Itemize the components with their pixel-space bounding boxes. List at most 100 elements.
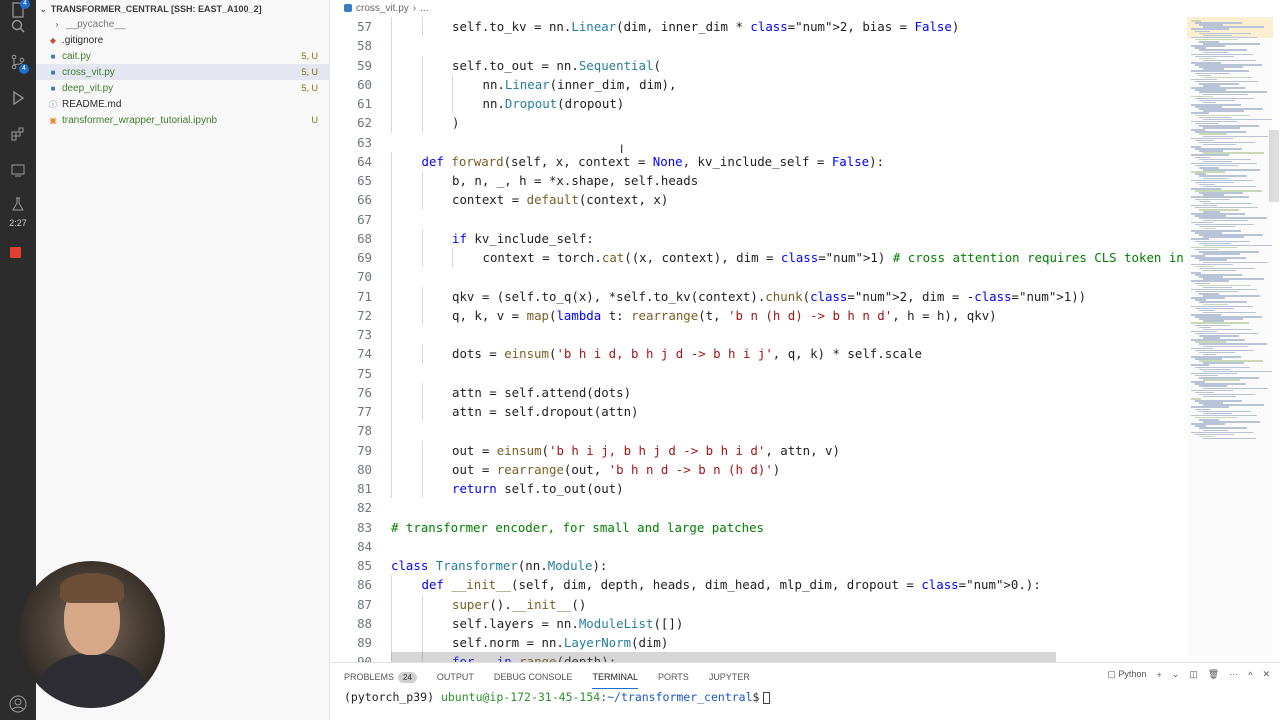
line-number: 71 [357, 288, 372, 304]
code-line[interactable]: 57 self.to_kv = nn.Linear(dim, inner_dim … [330, 17, 1185, 37]
line-number: 68 [357, 230, 372, 246]
terminal-type-selector[interactable]: ▢ Python [1107, 669, 1146, 680]
code-line[interactable]: 83 # transformer encoder, for small and l… [330, 518, 1185, 537]
code-line[interactable]: 60 nn.Linear(inner_dim, dim), [330, 74, 1185, 94]
tab-problems[interactable]: PROBLEMS 24 [344, 669, 417, 685]
code-line[interactable]: 63 [330, 133, 1185, 152]
file-readme[interactable]: ⓘ README.md [36, 96, 330, 112]
indent-guide [391, 382, 392, 402]
search-icon[interactable] [8, 16, 28, 36]
folder-pycache[interactable]: › __pycache__ [36, 16, 330, 32]
code-line[interactable]: 84 [330, 537, 1185, 556]
tab-terminal[interactable]: TERMINAL [592, 669, 638, 689]
line-number: 57 [357, 19, 372, 34]
code-line[interactable]: 79 out = einsum('b h i j, b h j d -> b h … [330, 440, 1185, 460]
indent-guide [391, 248, 392, 268]
problems-count-badge: 24 [398, 671, 417, 683]
indent-guide [391, 459, 392, 479]
code-line[interactable]: 64 def forward(self, x, context = None, k… [330, 151, 1185, 171]
code-text: self.to_out = nn.Sequential( [452, 57, 661, 73]
code-text: def forward(self, x, context = None, kv_… [421, 153, 885, 169]
add-terminal-icon[interactable]: + [1156, 670, 1161, 680]
minimap[interactable] [1187, 17, 1273, 657]
code-line[interactable]: 74 dots = einsum('b h i d, b h j d -> b h… [330, 344, 1185, 364]
user-host: ubuntu@ip-172-31-45-154 [440, 690, 601, 704]
line-number: 83 [357, 519, 372, 535]
code-line[interactable]: 87 super().__init__() [330, 594, 1185, 614]
indent-guide [452, 94, 453, 114]
code-line[interactable]: 67 [330, 209, 1185, 229]
tab-ports[interactable]: PORTS [658, 669, 689, 685]
code-line[interactable]: 80 out = rearrange(out, 'b h n d -> b n (… [330, 459, 1185, 479]
indent-guide [421, 17, 423, 37]
split-terminal-icon[interactable]: ◫ [1189, 669, 1198, 680]
close-icon[interactable]: ✕ [1262, 669, 1270, 680]
indent-guide [391, 633, 392, 653]
code-line[interactable]: 76 attn = self.attend(dots) [330, 382, 1185, 402]
code-text: b, n, _, h = *x.shape, self.heads [452, 173, 699, 188]
code-line[interactable]: 75 [330, 363, 1185, 383]
code-line[interactable]: 82 [330, 498, 1185, 517]
code-line[interactable]: 85 class Transformer(nn.Module): [330, 556, 1185, 575]
code-line[interactable]: 86 def __init__(self, dim, depth, heads, … [330, 575, 1185, 595]
file-transformer-wrapper-tutorial[interactable]: ▣ transformer_wrapper_tutorial.ipynb U [36, 112, 330, 128]
tab-debug-console[interactable]: DEBUG CONSOLE [494, 669, 573, 685]
indent-guide [391, 55, 392, 75]
code-line[interactable]: 81 return self.to_out(out) [330, 479, 1185, 499]
remote-explorer-icon[interactable] [8, 160, 28, 180]
extensions-icon[interactable] [8, 124, 28, 144]
breadcrumb-symbol[interactable]: ... [420, 3, 428, 14]
code-line[interactable]: 65 b, n, _, h = *x.shape, self.heads [330, 171, 1185, 191]
code-line[interactable]: 68 if kv_include_self: [330, 228, 1185, 248]
code-text: out = einsum('b h i j, b h j d -> b h i … [452, 442, 840, 458]
horizontal-scrollbar[interactable] [391, 652, 1056, 662]
testing-icon[interactable] [8, 194, 28, 214]
tab-jupyter[interactable]: JUPYTER [709, 669, 750, 685]
explorer-section-header[interactable]: ⌄ TRANSFORMER_CENTRAL [SSH: EAST_A100_2] [40, 2, 262, 16]
current-path: :~/transformer_central [600, 690, 753, 704]
code-line[interactable]: 88 self.layers = nn.ModuleList([]) [330, 613, 1185, 633]
account-icon[interactable] [8, 694, 28, 714]
indent-guide [391, 94, 392, 114]
code-line[interactable]: 58 [330, 36, 1185, 56]
code-line[interactable]: 66 context = default(context, x) [330, 190, 1185, 210]
code-editor[interactable]: cross_vit.py › ... 57 self.to_kv = nn.Lin… [330, 0, 1280, 662]
file-deep-vit[interactable]: ■ deep_vit.py 5, U [36, 80, 330, 96]
indent-guide [421, 459, 423, 479]
indent-guide [391, 209, 392, 229]
code-area[interactable]: 57 self.to_kv = nn.Linear(dim, inner_dim … [330, 17, 1185, 662]
code-text: context = torch.cat((x, context), dim = … [482, 250, 1186, 265]
breadcrumb-file[interactable]: cross_vit.py [356, 3, 409, 14]
code-line[interactable]: 77 attn = self.dropout(attn) [330, 402, 1185, 422]
file-name: __pycache__ [66, 18, 126, 30]
code-line[interactable]: 62) [330, 113, 1185, 133]
file-status: 5, U [301, 67, 318, 77]
code-line[interactable]: 78 [330, 421, 1185, 441]
code-line[interactable]: 72 q, k, v = map(lambda t: rearrange(t, '… [330, 305, 1185, 325]
vertical-scrollbar[interactable] [1269, 130, 1279, 202]
file-cross-vit[interactable]: ■ cross_vit.py 5, U [36, 64, 330, 80]
tab-output[interactable]: OUTPUT [437, 669, 474, 685]
terminal-prompt[interactable]: (pytorch_p39) ubuntu@ip-172-31-45-154:~/… [344, 690, 771, 704]
line-number: 87 [357, 596, 372, 612]
chevron-down-icon[interactable]: ⌄ [1172, 669, 1180, 680]
indent-guide [391, 151, 392, 171]
code-line[interactable]: 73 [330, 325, 1185, 345]
record-icon[interactable] [10, 247, 21, 258]
file-cait[interactable]: ■ cait.py 5, U [36, 48, 330, 64]
trash-icon[interactable]: 🗑 [1208, 669, 1219, 680]
indent-guide [391, 421, 392, 441]
code-line[interactable]: 71 qkv = (self.to_q(x), *self.to_kv(conte… [330, 286, 1185, 306]
code-line[interactable]: 59 self.to_out = nn.Sequential( [330, 55, 1185, 75]
python-icon [344, 4, 352, 12]
code-line[interactable]: 69 context = torch.cat((x, context), dim … [330, 248, 1186, 268]
line-number: 74 [357, 346, 372, 362]
more-actions-icon[interactable]: ⋯ [1229, 669, 1238, 680]
file-gitignore[interactable]: ◆ .gitignore [36, 32, 330, 48]
code-line[interactable]: 61 nn.Dropout(dropout) [330, 94, 1185, 114]
run-debug-icon[interactable] [8, 88, 28, 108]
code-line[interactable]: 70 [330, 267, 1185, 287]
line-number: 67 [357, 211, 372, 227]
maximize-panel-icon[interactable]: ^ [1248, 670, 1252, 680]
code-line[interactable]: 89 self.norm = nn.LayerNorm(dim) [330, 633, 1185, 653]
